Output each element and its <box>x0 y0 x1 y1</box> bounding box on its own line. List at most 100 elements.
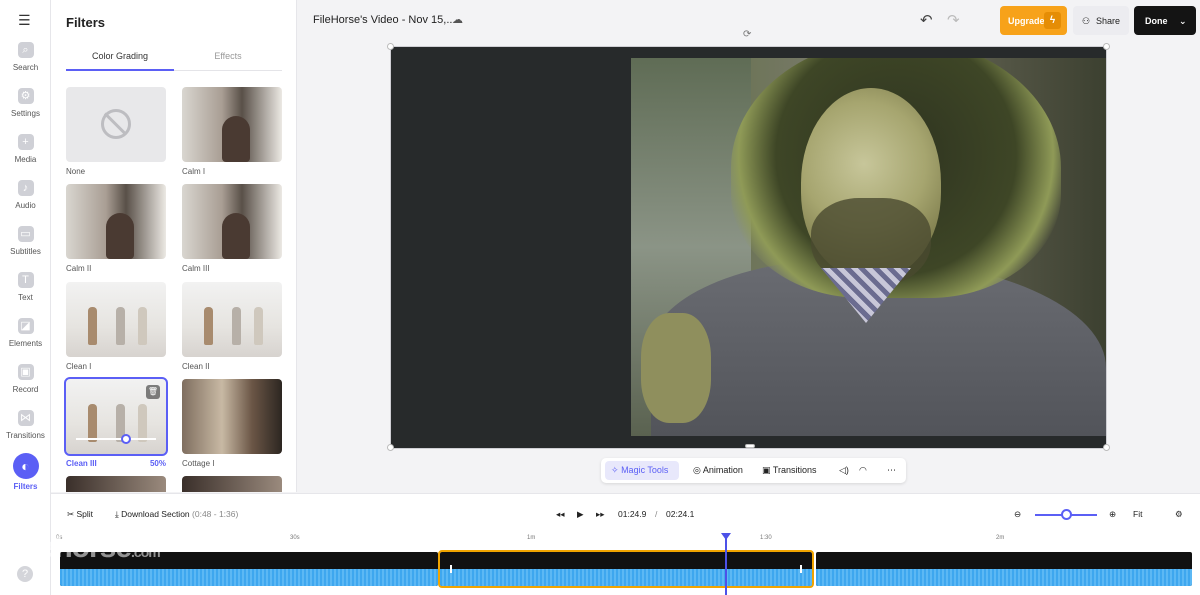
video-frame <box>631 58 1106 436</box>
filter-intensity: 50% <box>149 459 166 468</box>
help-icon[interactable]: ? <box>17 566 33 582</box>
tab-color-grading[interactable]: Color Grading <box>66 50 174 71</box>
more-icon[interactable]: ⋯ <box>887 458 896 483</box>
done-button[interactable]: Done ⌄ <box>1134 6 1196 35</box>
share-button[interactable]: ⚇ Share <box>1073 6 1129 35</box>
filter-label: Calm III <box>182 264 210 273</box>
rotate-handle-icon[interactable]: ⟳ <box>743 29 754 40</box>
download-section-button[interactable]: ⤓ Download Section (0:48 - 1:36) <box>115 509 238 520</box>
cloud-saved-icon: ☁ <box>452 14 463 26</box>
timeline-tracks[interactable]: 0s 30s 1m 1:30 2m <box>51 531 1200 595</box>
rail-item-media[interactable]: + Media <box>0 134 51 178</box>
filter-tabs: Color Grading Effects <box>66 50 282 71</box>
filter-label: None <box>66 167 86 176</box>
timeline-settings-icon[interactable]: ⚙ <box>1175 509 1183 520</box>
resize-handle[interactable] <box>745 444 755 448</box>
filter-thumbnail <box>182 282 282 357</box>
resize-handle[interactable] <box>387 43 394 50</box>
filter-thumbnail <box>182 379 282 454</box>
animation-button[interactable]: ◎ Animation <box>693 458 743 483</box>
download-icon: ⤓ <box>115 509 119 519</box>
filter-tile-calm-2[interactable]: Calm II <box>66 184 166 273</box>
zoom-out-icon[interactable]: ⊖ <box>1014 509 1021 520</box>
rail-item-label: Transitions <box>6 431 45 440</box>
resize-handle[interactable] <box>1103 444 1110 451</box>
intensity-slider[interactable] <box>76 434 156 444</box>
undo-icon[interactable]: ↶ <box>920 11 933 29</box>
tab-effects[interactable]: Effects <box>174 50 282 71</box>
rail-item-transitions[interactable]: ⋈ Transitions <box>0 410 51 454</box>
rail-item-elements[interactable]: ◪ Elements <box>0 318 51 362</box>
rail-item-text[interactable]: T Text <box>0 272 51 316</box>
slider-handle[interactable] <box>121 434 131 444</box>
video-editor: ☰ ⌕ Search ⚙ Settings + Media ♪ Audio ▭ … <box>0 0 1200 595</box>
speed-icon[interactable]: ◠ <box>859 458 867 483</box>
timeline-clip[interactable] <box>816 552 1192 586</box>
current-time: 01:24.9 <box>618 509 647 519</box>
filter-tile-none[interactable]: None <box>66 87 166 176</box>
upgrade-button[interactable]: Upgrade ϟ <box>1000 6 1067 35</box>
scissors-icon: ✂ <box>67 509 75 519</box>
sparkle-icon: ✧ <box>611 465 619 475</box>
redo-icon[interactable]: ↷ <box>947 11 960 29</box>
filter-tile-clean-1[interactable]: Clean I <box>66 282 166 371</box>
filter-thumbnail <box>182 184 282 259</box>
resize-handle[interactable] <box>387 444 394 451</box>
filter-tile-clean-3[interactable]: 🗑 Clean III 50% <box>64 377 168 468</box>
project-title[interactable]: FileHorse's Video - Nov 15,... <box>313 14 456 26</box>
split-label: Split <box>76 509 94 519</box>
filter-label: Calm II <box>66 264 92 273</box>
rail-item-search[interactable]: ⌕ Search <box>0 42 51 86</box>
rail-item-subtitles[interactable]: ▭ Subtitles <box>0 226 51 270</box>
rail-item-audio[interactable]: ♪ Audio <box>0 180 51 224</box>
time-ruler: 0s 30s 1m 1:30 2m <box>56 535 1196 547</box>
zoom-in-icon[interactable]: ⊕ <box>1109 509 1116 520</box>
playhead[interactable] <box>725 533 727 595</box>
filter-thumbnail <box>182 87 282 162</box>
filter-label: Cottage I <box>182 459 215 468</box>
rail-item-label: Search <box>12 63 39 72</box>
upgrade-label: Upgrade <box>1008 16 1045 26</box>
rail-item-settings[interactable]: ⚙ Settings <box>0 88 51 132</box>
subtitles-icon: ▭ <box>17 226 34 242</box>
filter-tile-partial[interactable] <box>66 476 166 492</box>
magic-tools-button[interactable]: ✧ Magic Tools <box>605 461 679 480</box>
audio-waveform <box>440 569 812 586</box>
filter-thumbnail <box>182 476 282 492</box>
transitions-label: Transitions <box>772 465 817 475</box>
panel-title: Filters <box>66 15 106 30</box>
hamburger-menu-icon[interactable]: ☰ <box>18 13 32 27</box>
filter-tile-cottage-1[interactable]: Cottage I <box>182 379 282 468</box>
filter-tile-partial[interactable] <box>182 476 282 492</box>
filter-tile-calm-3[interactable]: Calm III <box>182 184 282 273</box>
rail-item-filters[interactable]: ◐ Filters <box>0 453 51 497</box>
skip-back-icon[interactable]: ◂◂ <box>556 509 565 520</box>
ruler-tick: 2m <box>996 535 1005 541</box>
clip-trim-handle-right[interactable] <box>800 565 802 573</box>
rail-item-label: Record <box>12 385 39 394</box>
transitions-button[interactable]: ▣ Transitions <box>762 458 817 483</box>
resize-handle[interactable] <box>1103 43 1110 50</box>
ruler-tick: 30s <box>290 535 300 541</box>
download-label: Download Section <box>121 509 190 519</box>
split-button[interactable]: ✂ Split <box>67 509 93 520</box>
clip-trim-handle-left[interactable] <box>450 565 452 573</box>
filter-thumbnail: 🗑 <box>64 377 168 456</box>
video-canvas[interactable] <box>390 46 1107 449</box>
filter-tile-calm-1[interactable]: Calm I <box>182 87 282 176</box>
fit-button[interactable]: Fit <box>1133 509 1142 519</box>
play-icon[interactable]: ▶ <box>577 509 584 520</box>
rail-item-label: Text <box>18 293 33 302</box>
search-icon: ⌕ <box>17 42 34 58</box>
zoom-slider-handle[interactable] <box>1061 509 1072 520</box>
volume-icon[interactable]: ◁) <box>839 458 849 483</box>
filter-tile-clean-2[interactable]: Clean II <box>182 282 282 371</box>
text-icon: T <box>17 272 34 288</box>
filter-thumbnail <box>66 87 166 162</box>
timeline-clip-selected[interactable] <box>438 550 814 588</box>
trash-icon[interactable]: 🗑 <box>146 385 160 399</box>
rail-item-record[interactable]: ▣ Record <box>0 364 51 408</box>
animation-label: Animation <box>702 465 743 475</box>
skip-forward-icon[interactable]: ▸▸ <box>596 509 605 520</box>
filter-thumbnail <box>66 282 166 357</box>
